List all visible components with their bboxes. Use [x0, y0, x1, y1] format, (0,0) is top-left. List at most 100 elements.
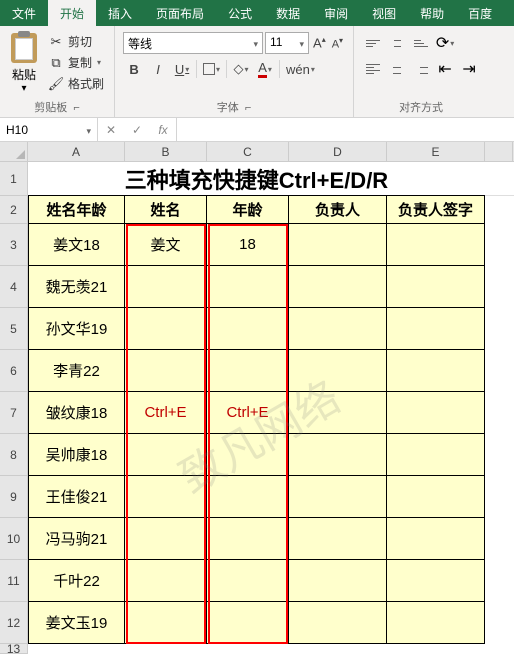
align-bottom-icon[interactable]: [410, 32, 432, 54]
header-cell[interactable]: 负责人签字: [387, 196, 485, 224]
cell[interactable]: [125, 434, 207, 476]
cell[interactable]: [125, 518, 207, 560]
cell[interactable]: 吴帅康18: [28, 434, 125, 476]
row-header[interactable]: 9: [0, 476, 27, 518]
cell[interactable]: Ctrl+E: [207, 392, 289, 434]
cell[interactable]: [289, 560, 387, 602]
cell[interactable]: [289, 308, 387, 350]
row-header[interactable]: 2: [0, 196, 27, 224]
cell[interactable]: [387, 350, 485, 392]
cell[interactable]: 18: [207, 224, 289, 266]
font-color-button[interactable]: A▾: [254, 58, 276, 80]
cell[interactable]: [125, 350, 207, 392]
cell[interactable]: [207, 560, 289, 602]
header-cell[interactable]: 姓名: [125, 196, 207, 224]
decrease-indent-icon[interactable]: ⇤: [434, 58, 456, 80]
fx-icon[interactable]: fx: [150, 118, 176, 141]
col-header-a[interactable]: A: [28, 142, 125, 161]
underline-button[interactable]: U▾: [171, 58, 193, 80]
paste-dropdown[interactable]: ▾: [21, 83, 26, 94]
cell[interactable]: [289, 392, 387, 434]
cell[interactable]: [207, 350, 289, 392]
cut-button[interactable]: ✂剪切: [46, 32, 106, 51]
cell[interactable]: 姜文: [125, 224, 207, 266]
cell[interactable]: [387, 476, 485, 518]
header-cell[interactable]: 姓名年龄: [28, 196, 125, 224]
cell[interactable]: 冯马驹21: [28, 518, 125, 560]
increase-font-icon[interactable]: A▴: [311, 35, 328, 50]
cell[interactable]: 王佳俊21: [28, 476, 125, 518]
cell[interactable]: 魏无羡21: [28, 266, 125, 308]
align-left-icon[interactable]: [362, 58, 384, 80]
font-size-select[interactable]: 11▾: [265, 32, 309, 54]
tab-insert[interactable]: 插入: [96, 0, 144, 26]
cell[interactable]: [387, 602, 485, 644]
cell[interactable]: Ctrl+E: [125, 392, 207, 434]
tab-review[interactable]: 审阅: [312, 0, 360, 26]
paste-button[interactable]: 粘贴: [12, 66, 36, 83]
align-top-icon[interactable]: [362, 32, 384, 54]
cell[interactable]: [125, 476, 207, 518]
tab-formulas[interactable]: 公式: [216, 0, 264, 26]
cell[interactable]: [207, 266, 289, 308]
row-header[interactable]: 5: [0, 308, 27, 350]
cell[interactable]: 皱纹康18: [28, 392, 125, 434]
cell[interactable]: [125, 266, 207, 308]
col-header-b[interactable]: B: [125, 142, 207, 161]
col-header-e[interactable]: E: [387, 142, 485, 161]
cell[interactable]: [125, 560, 207, 602]
row-header[interactable]: 12: [0, 602, 27, 644]
cell[interactable]: 千叶22: [28, 560, 125, 602]
italic-button[interactable]: I: [147, 58, 169, 80]
cell[interactable]: [125, 602, 207, 644]
cell[interactable]: [207, 602, 289, 644]
tab-view[interactable]: 视图: [360, 0, 408, 26]
col-header-f[interactable]: [485, 142, 513, 161]
cell[interactable]: [289, 476, 387, 518]
row-header[interactable]: 10: [0, 518, 27, 560]
tab-home[interactable]: 开始: [48, 0, 96, 26]
name-box[interactable]: H10▾: [0, 118, 98, 141]
cell[interactable]: 孙文华19: [28, 308, 125, 350]
tab-file[interactable]: 文件: [0, 0, 48, 26]
sheet-title[interactable]: 三种填充快捷键Ctrl+E/D/R: [28, 162, 485, 196]
select-all-corner[interactable]: [0, 142, 28, 162]
cell[interactable]: [387, 560, 485, 602]
fill-color-button[interactable]: ◇▾: [230, 58, 252, 80]
cell[interactable]: [289, 350, 387, 392]
cell[interactable]: [125, 308, 207, 350]
font-name-select[interactable]: 等线▾: [123, 32, 263, 54]
format-painter-button[interactable]: 🖌格式刷: [46, 74, 106, 93]
cell[interactable]: 姜文18: [28, 224, 125, 266]
row-header[interactable]: 3: [0, 224, 27, 266]
row-header[interactable]: 6: [0, 350, 27, 392]
cell[interactable]: [207, 434, 289, 476]
copy-button[interactable]: ⧉复制▾: [46, 53, 106, 72]
row-header[interactable]: 11: [0, 560, 27, 602]
bold-button[interactable]: B: [123, 58, 145, 80]
row-header[interactable]: 1: [0, 162, 27, 196]
cell[interactable]: [207, 518, 289, 560]
col-header-d[interactable]: D: [289, 142, 387, 161]
tab-page-layout[interactable]: 页面布局: [144, 0, 216, 26]
cell[interactable]: [387, 434, 485, 476]
tab-help[interactable]: 帮助: [408, 0, 456, 26]
row-header[interactable]: 13: [0, 644, 27, 654]
tab-data[interactable]: 数据: [264, 0, 312, 26]
decrease-font-icon[interactable]: A▾: [330, 36, 345, 51]
align-right-icon[interactable]: [410, 58, 432, 80]
align-middle-icon[interactable]: [386, 32, 408, 54]
cell[interactable]: [207, 308, 289, 350]
border-button[interactable]: ▾: [200, 58, 223, 80]
phonetic-button[interactable]: wén▾: [283, 58, 318, 80]
cell[interactable]: [387, 392, 485, 434]
paste-icon[interactable]: [8, 32, 40, 64]
header-cell[interactable]: 年龄: [207, 196, 289, 224]
cell[interactable]: [289, 602, 387, 644]
enter-formula-icon[interactable]: ✓: [124, 118, 150, 141]
cell[interactable]: [387, 518, 485, 560]
cell[interactable]: [289, 266, 387, 308]
cell[interactable]: 姜文玉19: [28, 602, 125, 644]
row-header[interactable]: 8: [0, 434, 27, 476]
row-header[interactable]: 4: [0, 266, 27, 308]
